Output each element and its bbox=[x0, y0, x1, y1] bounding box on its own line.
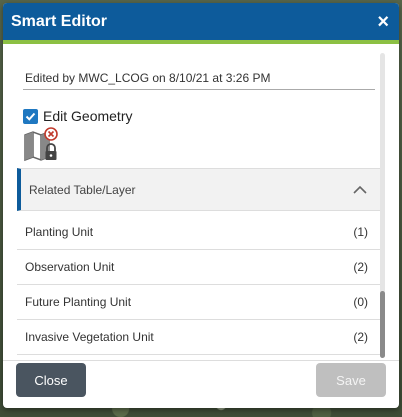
related-item-future-planting-unit[interactable]: Future Planting Unit (0) bbox=[17, 285, 381, 320]
related-item-label: Planting Unit bbox=[25, 225, 94, 239]
related-item-invasive-vegetation-unit[interactable]: Invasive Vegetation Unit (2) bbox=[17, 320, 381, 355]
save-button[interactable]: Save bbox=[316, 363, 386, 397]
edit-geometry-label: Edit Geometry bbox=[43, 108, 133, 124]
related-item-count: (1) bbox=[353, 225, 368, 239]
chevron-up-icon[interactable] bbox=[353, 185, 367, 194]
close-icon[interactable]: × bbox=[377, 12, 389, 32]
related-table-list: Planting Unit (1) Observation Unit (2) F… bbox=[17, 215, 381, 355]
related-item-label: Invasive Vegetation Unit bbox=[25, 330, 154, 344]
smart-editor-dialog: Smart Editor × Edited by MWC_LCOG on 8/1… bbox=[3, 3, 399, 408]
divider bbox=[23, 89, 375, 90]
footer-divider bbox=[3, 360, 399, 361]
scrollbar[interactable] bbox=[380, 53, 385, 358]
edit-geometry-option[interactable]: Edit Geometry bbox=[23, 108, 132, 124]
related-item-count: (2) bbox=[353, 330, 368, 344]
related-item-planting-unit[interactable]: Planting Unit (1) bbox=[17, 215, 381, 250]
related-table-header[interactable]: Related Table/Layer bbox=[17, 168, 381, 211]
related-item-count: (2) bbox=[353, 260, 368, 274]
edit-geometry-locked-icon bbox=[24, 127, 58, 162]
scrollbar-thumb[interactable] bbox=[380, 291, 385, 358]
related-item-count: (0) bbox=[353, 295, 368, 309]
dialog-titlebar: Smart Editor × bbox=[3, 3, 399, 44]
related-table-title: Related Table/Layer bbox=[29, 182, 136, 197]
checkmark-icon bbox=[25, 112, 36, 121]
dialog-title: Smart Editor bbox=[11, 12, 108, 30]
related-item-label: Future Planting Unit bbox=[25, 295, 132, 309]
edit-geometry-checkbox[interactable] bbox=[23, 108, 38, 124]
related-item-label: Observation Unit bbox=[25, 260, 115, 274]
close-button[interactable]: Close bbox=[16, 363, 86, 397]
editor-content: Edited by MWC_LCOG on 8/10/21 at 3:26 PM… bbox=[17, 51, 387, 357]
edited-by-text: Edited by MWC_LCOG on 8/10/21 at 3:26 PM bbox=[25, 71, 271, 85]
related-item-observation-unit[interactable]: Observation Unit (2) bbox=[17, 250, 381, 285]
